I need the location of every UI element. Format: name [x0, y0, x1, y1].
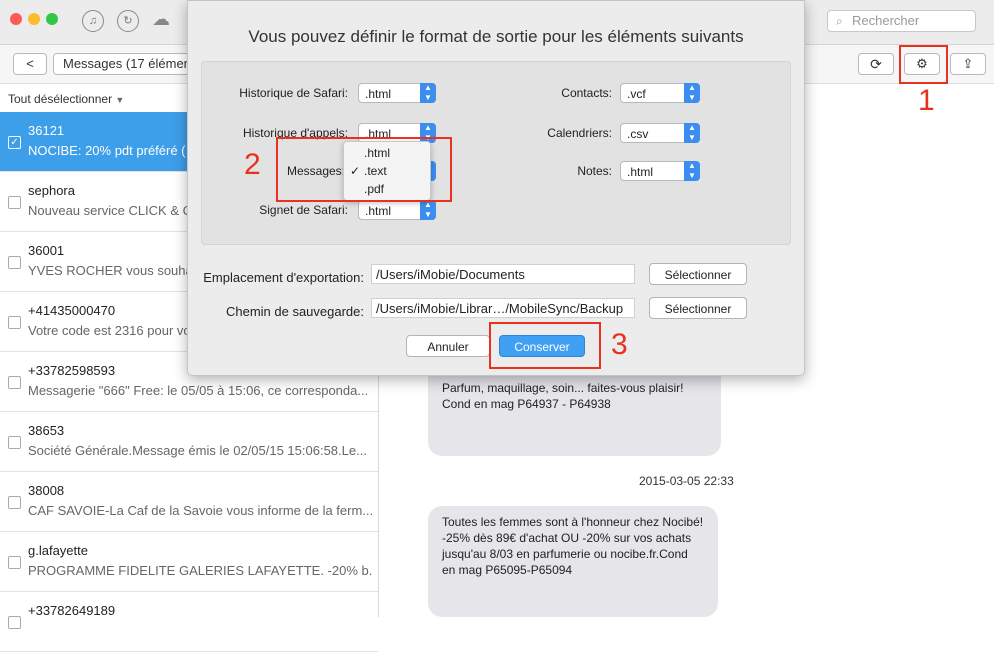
contact-name: +33782598593	[28, 363, 116, 378]
contact-name: sephora	[28, 183, 75, 198]
item-checkbox[interactable]	[8, 316, 21, 329]
message-bubble: Parfum, maquillage, soin... faites-vous …	[428, 364, 721, 456]
contact-name: +33782649189	[28, 603, 116, 618]
contacts-label: Contacts:	[561, 86, 612, 100]
list-item[interactable]: 38008 CAF SAVOIE-La Caf de la Savoie vous…	[0, 472, 378, 532]
safari-bookmarks-select[interactable]: .html ▲ ▼	[358, 200, 436, 220]
select-export-button[interactable]: Sélectionner	[649, 263, 747, 285]
list-item[interactable]: +33782649189	[0, 592, 378, 652]
message-preview: PROGRAMME FIDELITE GALERIES LAFAYETTE. -…	[28, 563, 373, 578]
item-checkbox[interactable]	[8, 616, 21, 629]
annotation-box-1	[899, 45, 948, 84]
notes-value: .html	[627, 165, 654, 179]
safari-history-value: .html	[365, 87, 392, 101]
contact-name: 36001	[28, 243, 65, 258]
safari-history-select[interactable]: .html ▲ ▼	[358, 83, 436, 103]
message-preview: Messagerie "666" Free: le 05/05 à 15:06,…	[28, 383, 369, 398]
refresh-icon: ⟳	[870, 56, 882, 72]
export-path-field[interactable]: /Users/iMobie/Documents	[371, 264, 635, 284]
music-icon[interactable]: ♫	[82, 10, 104, 32]
breadcrumb[interactable]: Messages (17 élémen	[53, 53, 204, 75]
maximize-window-button[interactable]	[46, 13, 58, 25]
backup-path-field[interactable]: /Users/iMobie/Librar…/MobileSync/Backup	[371, 298, 635, 318]
chevron-updown-icon: ▲▼	[684, 161, 700, 181]
dialog-title: Vous pouvez définir le format de sortie …	[248, 27, 744, 46]
back-icon: <	[26, 56, 34, 71]
contact-name: 36121	[28, 123, 65, 138]
annotation-box-2	[276, 137, 452, 202]
safari-bookmarks-value: .html	[365, 204, 392, 218]
item-checkbox[interactable]: ✓	[8, 136, 21, 149]
item-checkbox[interactable]	[8, 436, 21, 449]
safari-history-label: Historique de Safari:	[239, 86, 348, 100]
back-button[interactable]: <	[13, 53, 47, 75]
annotation-number-2: 2	[244, 148, 261, 181]
search-icon: ⌕	[836, 14, 843, 28]
notes-select[interactable]: .html ▲ ▼	[620, 161, 700, 181]
cloud-icon[interactable]: ☁	[152, 10, 178, 28]
chevron-updown-icon: ▲▼	[684, 83, 700, 103]
cancel-button[interactable]: Annuler	[406, 335, 490, 357]
export-button[interactable]: ⇪	[950, 53, 986, 75]
restore-icon[interactable]: ↻	[117, 10, 139, 32]
message-timestamp: 2015-03-05 22:33	[639, 474, 734, 488]
contact-name: 38653	[28, 423, 65, 438]
calendars-value: .csv	[627, 127, 649, 141]
chevron-updown-icon: ▲▼	[420, 200, 436, 220]
search-placeholder: Rechercher	[852, 13, 920, 28]
contact-name: +41435000470	[28, 303, 116, 318]
export-icon: ⇪	[962, 56, 974, 71]
close-window-button[interactable]	[10, 13, 22, 25]
list-item[interactable]: 38653 Société Générale.Message émis le 02…	[0, 412, 378, 472]
select-backup-button[interactable]: Sélectionner	[649, 297, 747, 319]
chevron-updown-icon: ▲▼	[684, 123, 700, 143]
list-item[interactable]: g.lafayette PROGRAMME FIDELITE GALERIES L…	[0, 532, 378, 592]
calendars-select[interactable]: .csv ▲ ▼	[620, 123, 700, 143]
chevron-updown-icon: ▲▼	[420, 83, 436, 103]
deselect-all-label: Tout désélectionner	[8, 92, 113, 106]
message-preview: Société Générale.Message émis le 02/05/1…	[28, 443, 367, 458]
item-checkbox[interactable]	[8, 496, 21, 509]
item-checkbox[interactable]	[8, 556, 21, 569]
search-input[interactable]: Rechercher ⌕	[827, 10, 976, 32]
deselect-all-button[interactable]: Tout désélectionner ▼	[8, 92, 124, 106]
safari-bookmarks-label: Signet de Safari:	[259, 203, 348, 217]
message-preview: CAF SAVOIE-La Caf de la Savoie vous info…	[28, 503, 373, 518]
item-checkbox[interactable]	[8, 196, 21, 209]
item-checkbox[interactable]	[8, 256, 21, 269]
minimize-window-button[interactable]	[28, 13, 40, 25]
contact-name: 38008	[28, 483, 65, 498]
contact-name: g.lafayette	[28, 543, 88, 558]
annotation-number-3: 3	[611, 328, 628, 361]
notes-label: Notes:	[577, 164, 612, 178]
calendars-label: Calendriers:	[547, 126, 612, 140]
item-checkbox[interactable]	[8, 376, 21, 389]
refresh-button[interactable]: ⟳	[858, 53, 894, 75]
annotation-number-1: 1	[918, 84, 935, 117]
chevron-down-icon: ▼	[115, 95, 125, 105]
contacts-value: .vcf	[627, 87, 646, 101]
contacts-select[interactable]: .vcf ▲ ▼	[620, 83, 700, 103]
backup-path-label: Chemin de sauvegarde:	[225, 304, 364, 319]
annotation-box-3	[489, 322, 601, 369]
export-location-label: Emplacement d'exportation:	[203, 270, 364, 285]
message-bubble: Toutes les femmes sont à l'honneur chez …	[428, 506, 718, 617]
